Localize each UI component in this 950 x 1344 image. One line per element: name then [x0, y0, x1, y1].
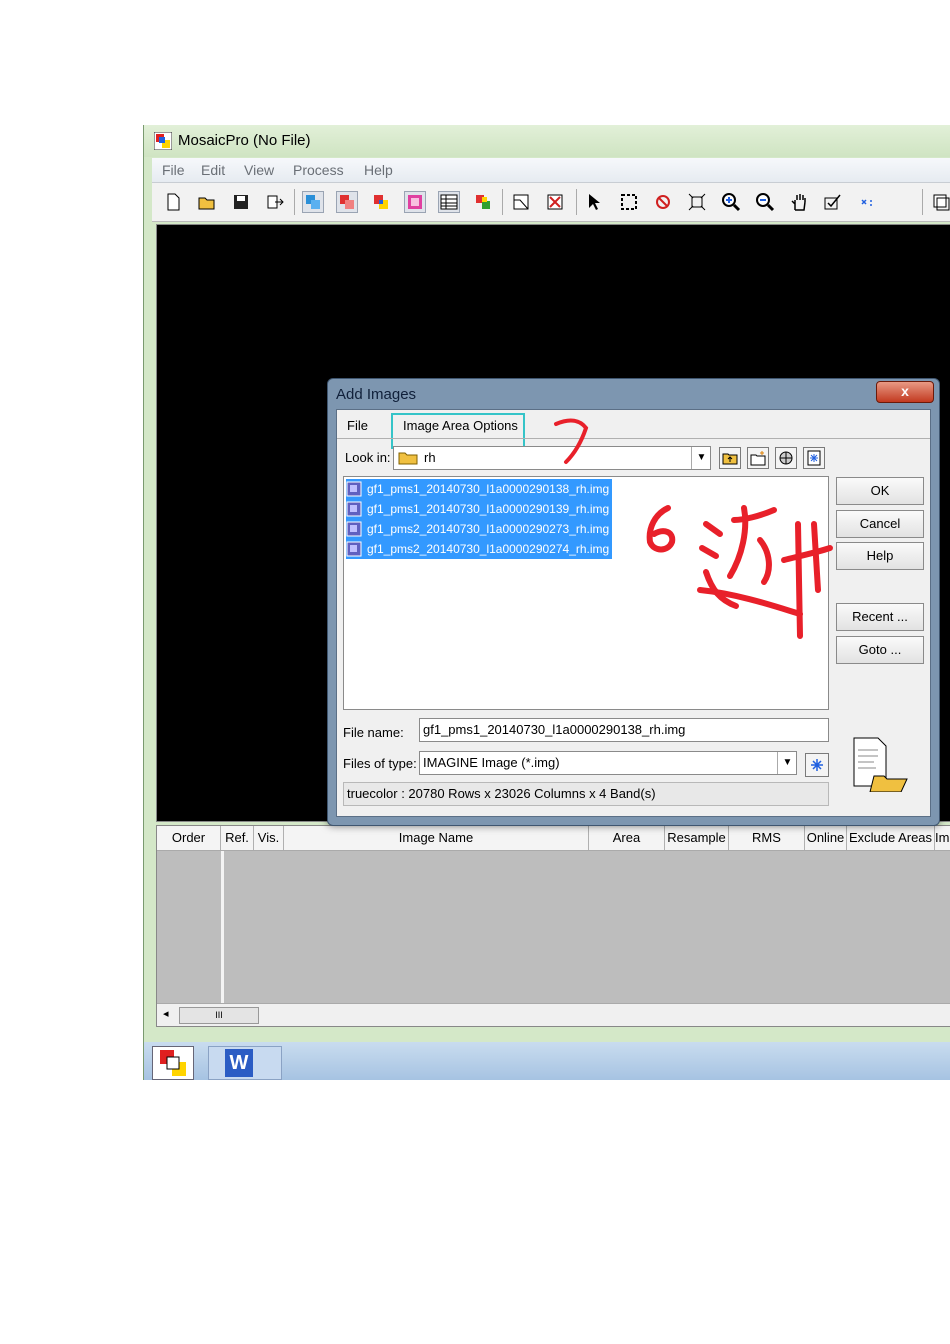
- taskbar-word-button[interactable]: W: [208, 1046, 282, 1080]
- display-all-icon[interactable]: [302, 191, 324, 213]
- image-file-icon: [346, 501, 362, 517]
- ok-button[interactable]: OK: [836, 477, 924, 505]
- dialog-title: Add Images: [336, 386, 417, 403]
- dialog-body: File Image Area Options Look in: rh ▼ gf…: [336, 409, 931, 817]
- list-item[interactable]: gf1_pms1_20140730_l1a0000290139_rh.img: [346, 499, 613, 519]
- file-name: gf1_pms1_20140730_l1a0000290139_rh.img: [367, 502, 610, 516]
- recent-button[interactable]: Recent ...: [836, 603, 924, 631]
- col-resample[interactable]: Resample: [665, 826, 729, 850]
- checkmark-icon[interactable]: [822, 191, 844, 213]
- list-item[interactable]: gf1_pms2_20140730_l1a0000290274_rh.img: [346, 539, 613, 559]
- file-name: gf1_pms1_20140730_l1a0000290138_rh.img: [367, 482, 610, 496]
- file-name-label: File name:: [343, 725, 404, 740]
- folder-icon: [398, 452, 418, 465]
- image-table: Order Ref. Vis. Image Name Area Resample…: [156, 825, 950, 1027]
- col-order[interactable]: Order: [157, 826, 221, 850]
- mosaicpro-icon: [154, 132, 172, 150]
- more-icon[interactable]: [930, 191, 950, 213]
- zoom-in-icon[interactable]: [720, 191, 742, 213]
- col-online[interactable]: Online: [805, 826, 847, 850]
- col-area[interactable]: Area: [589, 826, 665, 850]
- look-in-label: Look in:: [345, 450, 391, 465]
- tab-divider: [337, 438, 930, 439]
- toolbar: [152, 183, 950, 222]
- save-icon[interactable]: [230, 191, 252, 213]
- horizontal-scrollbar[interactable]: ◂ III: [157, 1003, 950, 1026]
- select-arrow-icon[interactable]: [584, 191, 606, 213]
- file-type-label: Files of type:: [343, 756, 417, 771]
- window-title: MosaicPro (No File): [178, 132, 311, 149]
- taskbar: W: [144, 1042, 950, 1080]
- file-list[interactable]: gf1_pms1_20140730_l1a0000290138_rh.img g…: [343, 476, 829, 710]
- file-type-select[interactable]: IMAGINE Image (*.img): [419, 751, 797, 775]
- col-rms[interactable]: RMS: [729, 826, 805, 850]
- goto-button[interactable]: Goto ...: [836, 636, 924, 664]
- look-in-select[interactable]: rh: [393, 446, 711, 470]
- col-ref[interactable]: Ref.: [221, 826, 254, 850]
- export-icon[interactable]: [264, 191, 286, 213]
- add-images-dialog: Add Images x File Image Area Options Loo…: [327, 378, 940, 826]
- point-icon[interactable]: [856, 191, 878, 213]
- cutline-icon[interactable]: [510, 191, 532, 213]
- list-item[interactable]: gf1_pms2_20140730_l1a0000290273_rh.img: [346, 519, 613, 539]
- menu-process[interactable]: Process: [293, 162, 344, 178]
- marquee-icon[interactable]: [618, 191, 640, 213]
- tab-highlight-box: [391, 413, 525, 449]
- help-button[interactable]: Help: [836, 542, 924, 570]
- col-image-name[interactable]: Image Name: [284, 826, 589, 850]
- menu-view[interactable]: View: [244, 162, 274, 178]
- display-overlap-icon[interactable]: [370, 191, 392, 213]
- up-folder-icon[interactable]: [719, 447, 741, 469]
- word-icon: W: [225, 1049, 253, 1077]
- mosaicpro-icon: [160, 1050, 186, 1076]
- asterisk-icon: [811, 759, 823, 771]
- col-exclude-areas[interactable]: Exclude Areas: [847, 826, 935, 850]
- image-info-status: truecolor : 20780 Rows x 23026 Columns x…: [343, 782, 829, 806]
- menu-edit[interactable]: Edit: [201, 162, 225, 178]
- scroll-thumb[interactable]: III: [179, 1007, 259, 1024]
- taskbar-mosaicpro-button[interactable]: [152, 1046, 194, 1080]
- col-im[interactable]: Im: [935, 826, 950, 850]
- title-bar: MosaicPro (No File): [144, 125, 950, 157]
- document-folder-icon: [853, 737, 908, 792]
- chevron-down-icon[interactable]: ▼: [777, 752, 797, 774]
- image-file-icon: [346, 481, 362, 497]
- menu-file[interactable]: File: [162, 162, 185, 178]
- filter-icon[interactable]: [803, 447, 825, 469]
- display-active-icon[interactable]: [404, 191, 426, 213]
- ring-icon[interactable]: [652, 191, 674, 213]
- zoom-out-icon[interactable]: [754, 191, 776, 213]
- display-selected-icon[interactable]: [336, 191, 358, 213]
- new-file-icon[interactable]: [162, 191, 184, 213]
- close-button[interactable]: x: [876, 381, 934, 403]
- tab-file[interactable]: File: [347, 418, 368, 433]
- pan-hand-icon[interactable]: [788, 191, 810, 213]
- image-file-icon: [346, 521, 362, 537]
- network-icon[interactable]: [775, 447, 797, 469]
- menu-help[interactable]: Help: [364, 162, 393, 178]
- fit-icon[interactable]: [686, 191, 708, 213]
- table-icon[interactable]: [438, 191, 460, 213]
- menu-bar: File Edit View Process Help: [152, 158, 950, 183]
- chevron-down-icon[interactable]: ▼: [691, 447, 711, 469]
- scroll-left-icon[interactable]: ◂: [163, 1007, 169, 1020]
- look-in-value: rh: [424, 450, 436, 465]
- open-folder-icon[interactable]: [196, 191, 218, 213]
- file-name: gf1_pms2_20140730_l1a0000290273_rh.img: [367, 522, 610, 536]
- new-folder-icon[interactable]: [747, 447, 769, 469]
- list-item[interactable]: gf1_pms1_20140730_l1a0000290138_rh.img: [346, 479, 613, 499]
- col-vis[interactable]: Vis.: [254, 826, 284, 850]
- color-correct-icon[interactable]: [472, 191, 494, 213]
- order-column-body: [157, 851, 224, 1003]
- cutline-delete-icon[interactable]: [544, 191, 566, 213]
- asterisk-filter-button[interactable]: [805, 753, 829, 777]
- cancel-button[interactable]: Cancel: [836, 510, 924, 538]
- file-name: gf1_pms2_20140730_l1a0000290274_rh.img: [367, 542, 610, 556]
- image-file-icon: [346, 541, 362, 557]
- file-name-input[interactable]: gf1_pms1_20140730_l1a0000290138_rh.img: [419, 718, 829, 742]
- table-header: Order Ref. Vis. Image Name Area Resample…: [157, 826, 950, 851]
